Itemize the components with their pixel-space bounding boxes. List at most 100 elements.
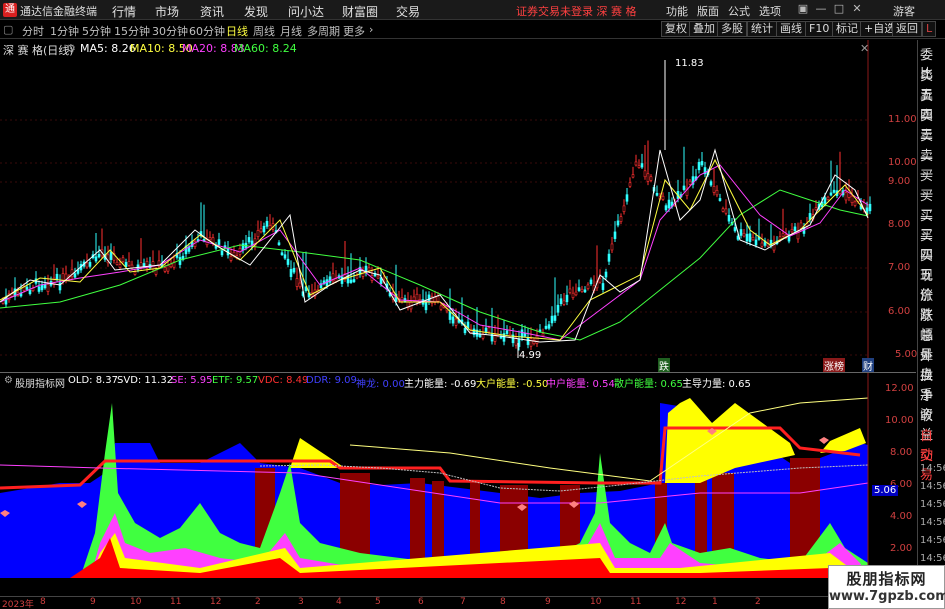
ind-ddr: DDR: 9.09 bbox=[306, 375, 357, 386]
time-tick: 3 bbox=[298, 597, 304, 607]
die-marker[interactable]: 跌 bbox=[658, 358, 670, 373]
ind-current-value: 5.06 bbox=[872, 485, 899, 496]
menu-jiaoyi[interactable]: 交易 bbox=[396, 3, 420, 20]
time-tick: 6 bbox=[418, 597, 424, 607]
rp-time: 14:56 bbox=[920, 535, 945, 546]
ma60-label: MA60: 8.24 bbox=[234, 42, 297, 55]
ind-zhudao: 主导力量: 0.65 bbox=[682, 379, 751, 390]
indicator-chart[interactable]: ⚙ 股朋指标网 OLD: 8.37 SVD: 11.32 SE: 5.95 ET… bbox=[0, 372, 916, 596]
menu-hangqing[interactable]: 行情 bbox=[112, 3, 136, 20]
minimize-icon[interactable]: — bbox=[814, 2, 828, 16]
ma5-label: MA5: 8.26 bbox=[80, 42, 136, 55]
menu-gongshi[interactable]: 公式 bbox=[728, 3, 750, 19]
help-icon[interactable]: ▣ bbox=[796, 2, 810, 16]
period-15min[interactable]: 15分钟 bbox=[114, 23, 150, 39]
maximize-icon[interactable]: □ bbox=[832, 2, 846, 16]
ind-y-tick: 8.00 bbox=[890, 447, 913, 458]
chart-close-icon[interactable]: ✕ bbox=[860, 42, 869, 55]
title-bar: 通 通达信金融终端 行情 市场 资讯 发现 问小达 财富圈 交易 证券交易未登录… bbox=[0, 0, 945, 20]
low-price-label: 4.99 bbox=[519, 350, 542, 361]
y-tick: 6.00 bbox=[888, 306, 911, 317]
menu-wenxiaoda[interactable]: 问小达 bbox=[288, 3, 324, 20]
period-fenshi[interactable]: 分时 bbox=[22, 23, 44, 39]
watermark-title: 股朋指标网 bbox=[846, 570, 927, 588]
menu-xuanxiang[interactable]: 选项 bbox=[759, 3, 781, 19]
fuquan-button[interactable]: 复权 bbox=[661, 21, 691, 37]
time-tick: 9 bbox=[545, 597, 551, 607]
menu-shichang[interactable]: 市场 bbox=[155, 3, 179, 20]
rp-time: 14:56 bbox=[920, 463, 945, 474]
menu-zixun[interactable]: 资讯 bbox=[200, 3, 224, 20]
ind-zhonghu: 中户能量: 0.54 bbox=[546, 379, 615, 390]
time-tick: 12 bbox=[210, 597, 222, 607]
period-60min[interactable]: 60分钟 bbox=[189, 23, 225, 39]
ind-y-tick: 12.00 bbox=[885, 383, 914, 394]
high-price-label: 11.83 bbox=[675, 58, 704, 69]
time-tick: 7 bbox=[460, 597, 466, 607]
kline-chart[interactable]: 深 赛 格(日线) ⚙ MA5: 8.26 MA10: 8.50 MA20: 8… bbox=[0, 40, 918, 373]
ind-old: OLD: 8.37 bbox=[68, 375, 118, 386]
biaoji-button[interactable]: 标记 bbox=[832, 21, 862, 37]
period-day[interactable]: 日线 bbox=[226, 23, 248, 39]
time-tick: 9 bbox=[90, 597, 96, 607]
diejia-button[interactable]: 叠加 bbox=[689, 21, 719, 37]
chevron-right-icon[interactable]: › bbox=[369, 23, 373, 36]
tongji-button[interactable]: 统计 bbox=[747, 21, 777, 37]
y-tick: 5.00 bbox=[895, 349, 918, 360]
period-1min[interactable]: 1分钟 bbox=[50, 23, 79, 39]
quote-side-panel: 委比 卖五 卖四 卖三 卖二 卖一 买一 买二 买三 买四 买五 现价 涨跌 涨… bbox=[917, 40, 945, 609]
expand-icon[interactable]: ▢ bbox=[3, 23, 13, 36]
indicator-settings-icon[interactable]: ⚙ bbox=[4, 375, 13, 386]
period-5min[interactable]: 5分钟 bbox=[82, 23, 111, 39]
time-tick: 12 bbox=[675, 597, 687, 607]
zhangbang-marker[interactable]: 涨榜 bbox=[823, 358, 845, 373]
ind-y-tick: 2.00 bbox=[890, 543, 913, 554]
time-tick: 5 bbox=[375, 597, 381, 607]
time-tick: 8 bbox=[500, 597, 506, 607]
time-tick: 10 bbox=[130, 597, 142, 607]
f10-button[interactable]: F10 bbox=[805, 21, 834, 37]
time-tick: 11 bbox=[630, 597, 642, 607]
period-month[interactable]: 月线 bbox=[280, 23, 302, 39]
time-tick: 11 bbox=[170, 597, 182, 607]
ind-svd: SVD: 11.32 bbox=[117, 375, 174, 386]
ind-zhuli: 主力能量: -0.69 bbox=[404, 379, 477, 390]
back-button[interactable]: 返回 bbox=[892, 21, 922, 37]
ind-etf: ETF: 9.57 bbox=[212, 375, 259, 386]
y-tick: 8.00 bbox=[888, 219, 911, 230]
stock-title: 深 赛 格(日线) bbox=[3, 44, 74, 57]
duogu-button[interactable]: 多股 bbox=[717, 21, 747, 37]
y-tick: 10.00 bbox=[888, 157, 917, 168]
period-30min[interactable]: 30分钟 bbox=[152, 23, 188, 39]
level-badge: L bbox=[922, 21, 937, 37]
menu-gongneng[interactable]: 功能 bbox=[666, 3, 688, 19]
trade-login-warning: 证券交易未登录 深 赛 格 bbox=[516, 5, 637, 18]
ind-se: SE: 5.95 bbox=[171, 375, 213, 386]
huaxian-button[interactable]: 画线 bbox=[776, 21, 806, 37]
y-tick: 7.00 bbox=[888, 262, 911, 273]
rp-time: 14:56 bbox=[920, 517, 945, 528]
period-toolbar: ▢ 分时 1分钟 5分钟 15分钟 30分钟 60分钟 日线 周线 月线 多周期… bbox=[0, 20, 945, 39]
menu-banmian[interactable]: 版面 bbox=[697, 3, 719, 19]
site-watermark: 股朋指标网 www.7gpzb.com bbox=[828, 565, 945, 609]
y-tick: 11.00 bbox=[888, 114, 917, 125]
guest-label[interactable]: 游客 bbox=[893, 3, 915, 19]
time-tick: 2023年 bbox=[2, 600, 34, 609]
time-axis: 2023年 8 9 10 11 12 2 3 4 5 6 7 8 9 10 11… bbox=[0, 596, 916, 609]
rp-time: 14:56 bbox=[920, 499, 945, 510]
menu-caifuquan[interactable]: 财富圈 bbox=[342, 3, 378, 20]
settings-gear-icon[interactable]: ⚙ bbox=[66, 42, 76, 55]
ind-sanhu: 散户能量: 0.65 bbox=[614, 379, 683, 390]
cai-marker[interactable]: 财 bbox=[862, 358, 874, 373]
menu-faxian[interactable]: 发现 bbox=[244, 3, 268, 20]
ind-y-tick: 4.00 bbox=[890, 511, 913, 522]
period-week[interactable]: 周线 bbox=[253, 23, 275, 39]
period-more[interactable]: 更多 bbox=[343, 23, 365, 39]
time-tick: 2 bbox=[255, 597, 261, 607]
period-multi[interactable]: 多周期 bbox=[307, 23, 340, 39]
rp-time: 14:56 bbox=[920, 553, 945, 564]
close-icon[interactable]: ✕ bbox=[850, 2, 864, 16]
ind-vdc: VDC: 8.49 bbox=[258, 375, 309, 386]
time-tick: 2 bbox=[755, 597, 761, 607]
indicator-canvas bbox=[0, 373, 869, 578]
